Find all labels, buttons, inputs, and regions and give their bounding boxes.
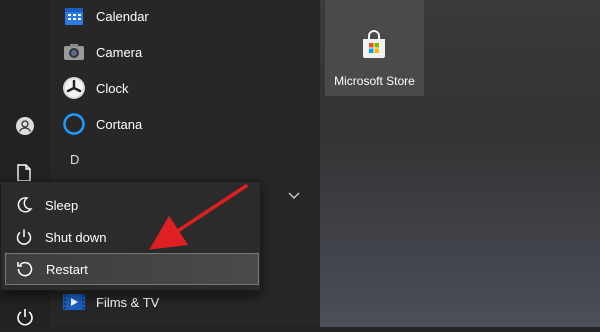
- power-icon[interactable]: [15, 307, 35, 332]
- menu-item-label: Sleep: [45, 197, 79, 213]
- chevron-down-icon[interactable]: [288, 188, 300, 203]
- tile-label: Microsoft Store: [334, 74, 415, 88]
- power-menu: Sleep Shut down Restart: [0, 181, 261, 291]
- microsoft-store-icon: [359, 30, 389, 65]
- menu-item-shut-down[interactable]: Shut down: [5, 222, 257, 252]
- restart-icon: [14, 260, 36, 278]
- app-label: Camera: [96, 44, 143, 60]
- app-label: Films & TV: [96, 294, 160, 310]
- microsoft-store-tile[interactable]: Microsoft Store: [325, 0, 424, 96]
- cortana-icon: [62, 112, 86, 136]
- app-label: Calendar: [96, 8, 149, 24]
- moon-icon: [13, 196, 35, 214]
- app-label: Clock: [96, 80, 129, 96]
- app-item-clock[interactable]: Clock: [62, 70, 129, 106]
- app-label: Cortana: [96, 116, 143, 132]
- films-tv-icon: [62, 290, 86, 314]
- section-header-d[interactable]: D: [70, 152, 79, 167]
- menu-item-sleep[interactable]: Sleep: [5, 190, 257, 220]
- camera-icon: [62, 40, 86, 64]
- app-item-camera[interactable]: Camera: [62, 34, 142, 70]
- clock-icon: [62, 76, 86, 100]
- user-icon[interactable]: [15, 116, 35, 141]
- menu-item-label: Restart: [46, 261, 88, 277]
- menu-item-restart[interactable]: Restart: [5, 253, 259, 285]
- power-icon: [13, 228, 35, 246]
- app-item-calendar[interactable]: Calendar: [62, 0, 149, 34]
- menu-item-label: Shut down: [45, 229, 107, 245]
- calendar-icon: [62, 4, 86, 28]
- app-item-cortana[interactable]: Cortana: [62, 106, 142, 142]
